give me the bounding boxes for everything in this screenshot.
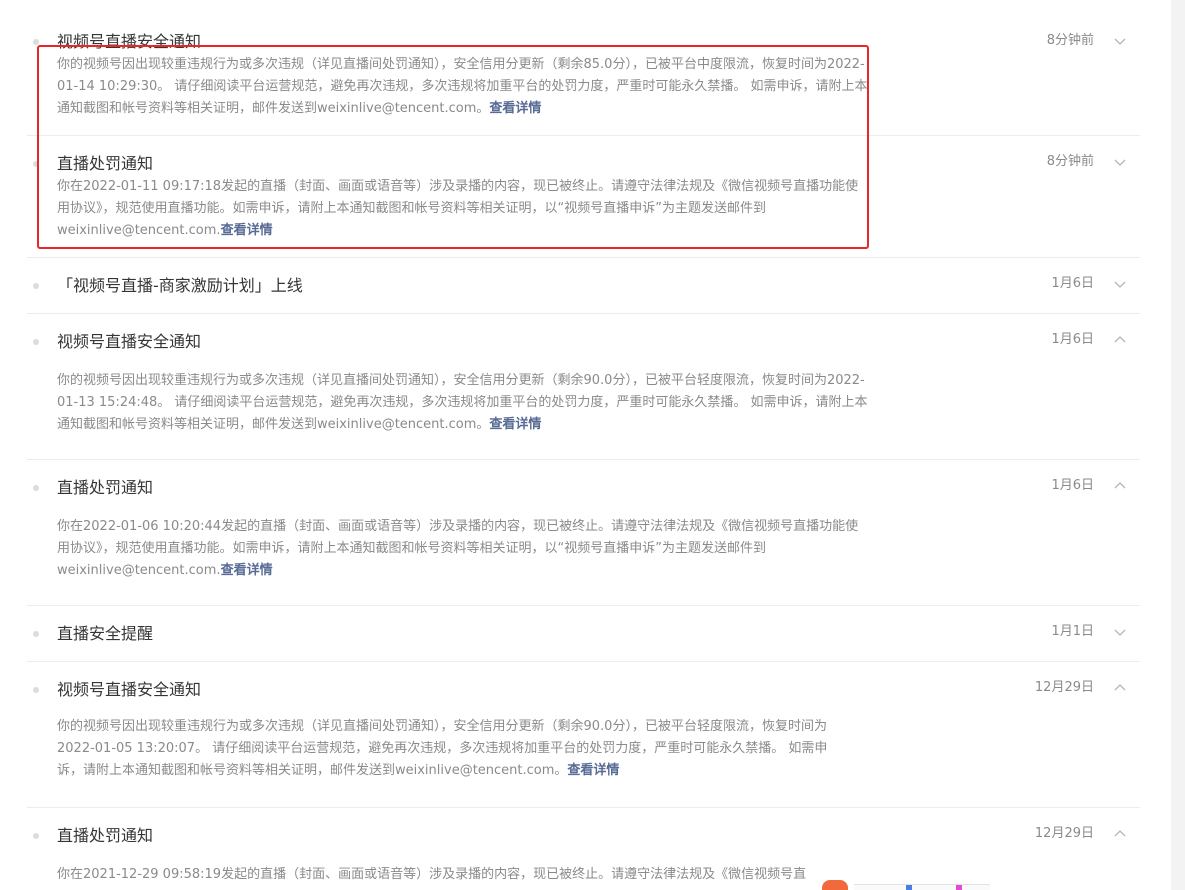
notice-body: 你在2021-12-29 09:58:19发起的直播（封面、画面或语音等）涉及录… (57, 867, 807, 882)
notice-date: 8分钟前 (1046, 154, 1094, 169)
notice-item[interactable]: 直播处罚通知 8分钟前 你在2022-01-11 09:17:18发起的直播（封… (27, 136, 1140, 258)
see-detail-link[interactable]: 查看详情 (489, 417, 541, 432)
chevron-down-icon[interactable] (1113, 34, 1127, 48)
notice-date: 1月6日 (1051, 276, 1094, 291)
notice-date: 1月6日 (1051, 478, 1094, 493)
notice-title: 直播处罚通知 (57, 826, 154, 845)
notice-item[interactable]: 视频号直播安全通知 1月6日 你的视频号因出现较重违规行为或多次违规（详见直播间… (27, 314, 1140, 460)
notice-date: 1月1日 (1051, 624, 1094, 639)
notice-body: 你在2022-01-06 10:20:44发起的直播（封面、画面或语音等）涉及录… (57, 519, 859, 578)
notice-date: 8分钟前 (1046, 33, 1094, 48)
chevron-up-icon[interactable] (1113, 681, 1127, 695)
notice-body: 你的视频号因出现较重违规行为或多次违规（详见直播间处罚通知），安全信用分更新（剩… (57, 373, 868, 432)
notice-title: 直播处罚通知 (57, 478, 154, 497)
toolbar-dot-icon (956, 885, 962, 890)
notice-item[interactable]: 视频号直播安全通知 8分钟前 你的视频号因出现较重违规行为或多次违规（详见直播间… (27, 18, 1140, 136)
bullet-dot (33, 687, 39, 693)
notice-title: 视频号直播安全通知 (57, 332, 202, 351)
see-detail-link[interactable]: 查看详情 (221, 563, 273, 578)
notice-date: 12月29日 (1034, 680, 1094, 695)
chevron-down-icon[interactable] (1113, 155, 1127, 169)
notice-title: 视频号直播安全通知 (57, 680, 202, 699)
notice-date: 12月29日 (1034, 826, 1094, 841)
notice-title: 直播安全提醒 (57, 624, 154, 643)
toolbar-strip (854, 884, 990, 890)
notice-title: 视频号直播安全通知 (57, 32, 202, 51)
chevron-up-icon[interactable] (1113, 333, 1127, 347)
bullet-dot (33, 283, 39, 289)
chevron-down-icon[interactable] (1113, 625, 1127, 639)
notice-body: 你的视频号因出现较重违规行为或多次违规（详见直播间处罚通知），安全信用分更新（剩… (57, 57, 868, 116)
notice-item[interactable]: 直播安全提醒 1月1日 (27, 606, 1140, 662)
bullet-dot (33, 485, 39, 491)
chevron-down-icon[interactable] (1113, 277, 1127, 291)
notice-item[interactable]: 直播处罚通知 12月29日 你在2021-12-29 09:58:19发起的直播… (27, 808, 1140, 890)
see-detail-link[interactable]: 查看详情 (489, 101, 541, 116)
toolbar-dot-icon (906, 885, 912, 890)
bullet-dot (33, 833, 39, 839)
see-detail-link[interactable]: 查看详情 (221, 223, 273, 238)
notice-date: 1月6日 (1051, 332, 1094, 347)
notice-item[interactable]: 直播处罚通知 1月6日 你在2022-01-06 10:20:44发起的直播（封… (27, 460, 1140, 606)
bullet-dot (33, 161, 39, 167)
bullet-dot (33, 631, 39, 637)
floating-toolbar-partial[interactable] (820, 880, 1000, 890)
notice-item[interactable]: 「视频号直播-商家激励计划」上线 1月6日 (27, 258, 1140, 314)
notice-title: 直播处罚通知 (57, 154, 154, 173)
logo-icon (822, 880, 848, 890)
see-detail-link[interactable]: 查看详情 (567, 763, 619, 778)
notice-title: 「视频号直播-商家激励计划」上线 (57, 276, 303, 295)
bullet-dot (33, 339, 39, 345)
notice-body: 你的视频号因出现较重违规行为或多次违规（详见直播间处罚通知），安全信用分更新（剩… (57, 719, 828, 778)
bullet-dot (33, 39, 39, 45)
notice-body: 你在2022-01-11 09:17:18发起的直播（封面、画面或语音等）涉及录… (57, 179, 859, 238)
scrollbar-track[interactable] (1171, 0, 1185, 890)
notice-item[interactable]: 视频号直播安全通知 12月29日 你的视频号因出现较重违规行为或多次违规（详见直… (27, 662, 1140, 808)
chevron-up-icon[interactable] (1113, 827, 1127, 841)
chevron-up-icon[interactable] (1113, 479, 1127, 493)
